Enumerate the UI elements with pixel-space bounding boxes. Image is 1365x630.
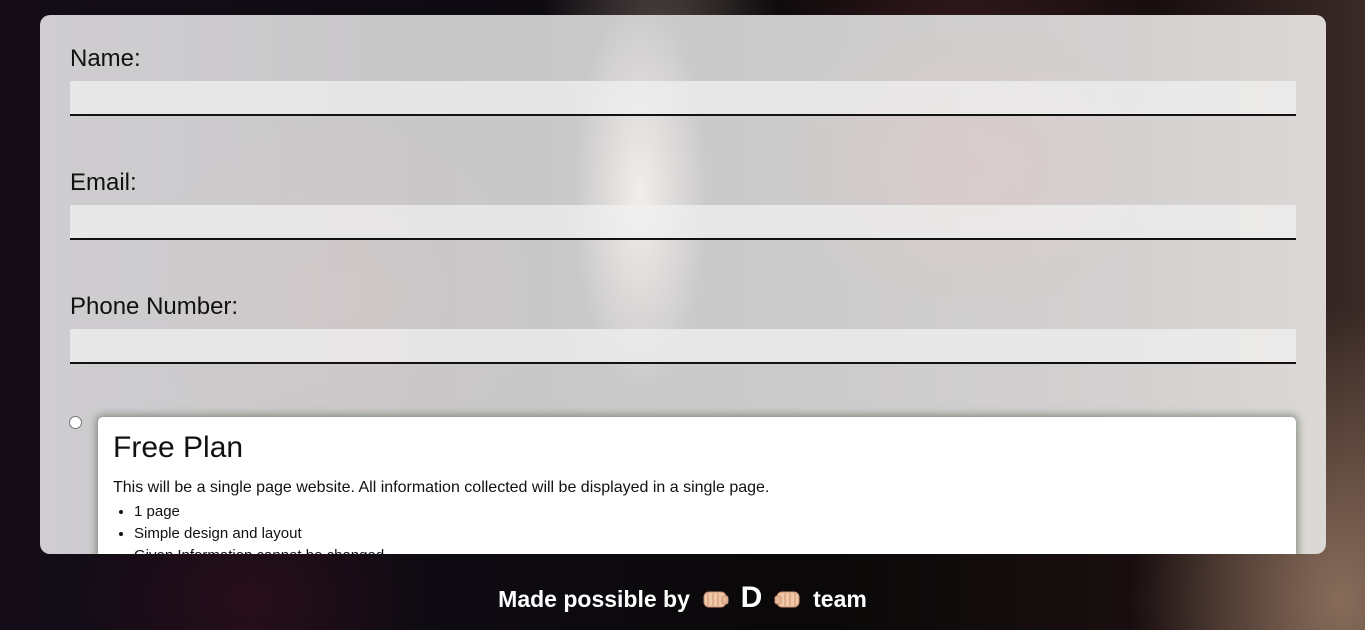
footer-letter: D xyxy=(740,581,763,614)
email-label: Email: xyxy=(70,169,137,196)
footer-prefix: Made possible by xyxy=(498,586,690,612)
footer-credit: Made possible by D team xyxy=(0,578,1365,618)
free-plan-card[interactable]: Free Plan This will be a single page web… xyxy=(98,417,1296,554)
left-facing-fist-icon xyxy=(700,583,730,608)
plan-description: This will be a single page website. All … xyxy=(113,479,770,496)
email-input[interactable] xyxy=(70,205,1296,240)
name-field-group: Name: xyxy=(70,45,1296,116)
plan-feature: Given Information cannot be changed xyxy=(134,545,1281,554)
free-plan-radio[interactable] xyxy=(69,416,82,429)
name-label: Name: xyxy=(70,45,141,72)
right-facing-fist-icon xyxy=(773,583,803,608)
form-card: Name: Email: Phone Number: Free Plan Thi… xyxy=(40,15,1326,554)
phone-label: Phone Number: xyxy=(70,293,239,320)
plan-title: Free Plan xyxy=(113,431,244,464)
name-input[interactable] xyxy=(70,81,1296,116)
footer-suffix: team xyxy=(813,586,867,612)
plan-feature: 1 page xyxy=(134,501,1281,523)
plan-features-list: 1 page Simple design and layout Given In… xyxy=(113,501,1281,554)
email-field-group: Email: xyxy=(70,169,1296,240)
plan-feature: Simple design and layout xyxy=(134,523,1281,545)
phone-field-group: Phone Number: xyxy=(70,293,1296,364)
phone-input[interactable] xyxy=(70,329,1296,364)
